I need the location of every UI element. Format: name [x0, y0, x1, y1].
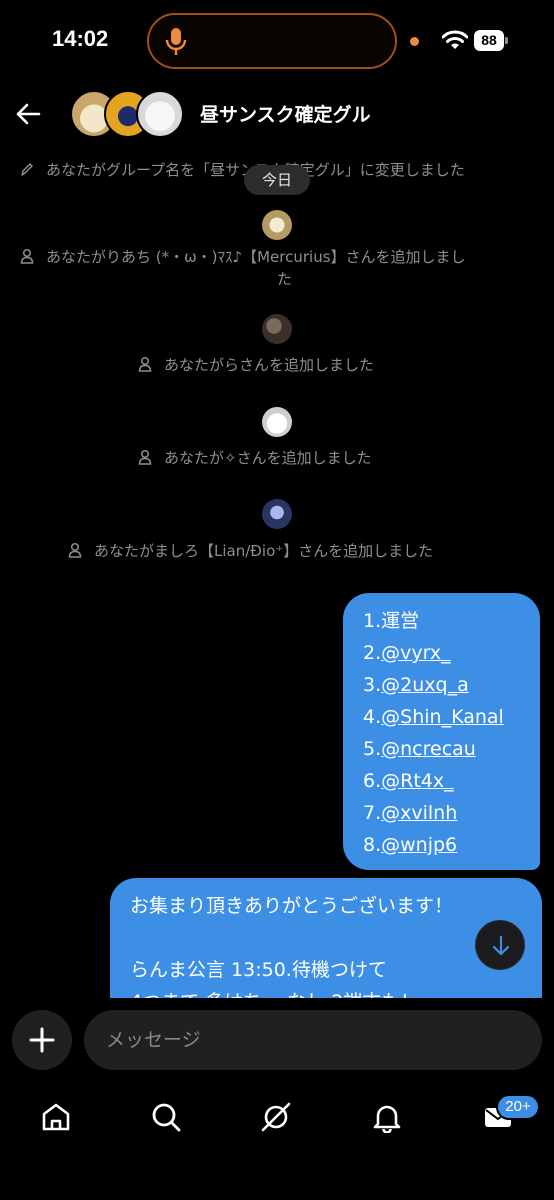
nav-home[interactable]: [36, 1097, 76, 1137]
status-time: 14:02: [52, 26, 109, 51]
system-message-add-member: あなたがましろ【Lian/Đio⁺】さんを追加しました: [68, 541, 433, 561]
mention-link[interactable]: @Rt4x_: [381, 770, 453, 792]
system-message-text: あなたがましろ【Lian/Đio⁺】さんを追加しました: [94, 542, 434, 560]
system-message-rename: あなたがグループ名を「昼サンスク確定グル」に変更しました: [20, 160, 465, 180]
mention-link[interactable]: @2uxq_a: [381, 674, 469, 696]
group-title[interactable]: 昼サンスク確定グル: [200, 100, 371, 127]
system-message-continuation: た: [277, 270, 293, 288]
member-avatar: [136, 90, 184, 138]
system-message-add-member: あなたが✧さんを追加しました: [138, 448, 372, 468]
status-bar: 14:02 88: [0, 0, 554, 80]
recording-indicator-dot: [410, 37, 419, 46]
nav-search[interactable]: [146, 1097, 186, 1137]
mention-link[interactable]: @xvilnh: [381, 802, 457, 824]
mention-link[interactable]: @Shin_Kanal: [381, 706, 504, 728]
message-line: らんま公言 13:50.待機つけて: [130, 959, 387, 981]
person-icon: [20, 248, 34, 264]
battery-indicator: 88: [474, 30, 508, 51]
message-line: 6.@Rt4x_: [363, 770, 454, 792]
system-message-add-member: あなたがりあち (*・ω・)ﾏｽ♪【Mercurius】さんを追加しまし: [20, 247, 466, 267]
messages-count-badge: 20+: [496, 1094, 540, 1120]
battery-tip: [505, 37, 508, 44]
grok-icon: [261, 1102, 291, 1132]
chat-header: 昼サンスク確定グル: [0, 82, 554, 146]
microphone-icon: [165, 28, 187, 55]
message-line: 4.@Shin_Kanal: [363, 706, 504, 728]
home-icon: [42, 1103, 70, 1131]
person-icon: [68, 542, 82, 558]
dynamic-island[interactable]: [147, 13, 397, 69]
member-avatar-small: [262, 499, 292, 529]
member-avatar-small: [262, 210, 292, 240]
message-line: 8.@wnjp6: [363, 834, 458, 856]
person-icon: [138, 356, 152, 372]
message-line: 5.@ncrecau: [363, 738, 476, 760]
message-line: 1.運営: [363, 610, 420, 632]
message-line: 7.@xvilnh: [363, 802, 458, 824]
sent-message-bubble[interactable]: 1.運営 2.@vyrx_ 3.@2uxq_a 4.@Shin_Kanal 5.…: [343, 593, 540, 870]
date-separator-today: 今日: [244, 165, 310, 195]
message-input[interactable]: [84, 1010, 542, 1070]
pencil-icon: [21, 163, 33, 176]
system-message-text: あなたがりあち (*・ω・)ﾏｽ♪【Mercurius】さんを追加しまし: [46, 248, 466, 266]
message-line: 3.@2uxq_a: [363, 674, 469, 696]
mention-link[interactable]: @vyrx_: [381, 642, 451, 664]
nav-grok[interactable]: [256, 1097, 296, 1137]
attach-plus-button[interactable]: [12, 1010, 72, 1070]
search-icon: [152, 1103, 181, 1132]
message-line: お集まり頂きありがとうございます！: [130, 895, 454, 917]
back-arrow-icon[interactable]: [14, 100, 42, 128]
member-avatar-small: [262, 407, 292, 437]
plus-icon: [29, 1027, 55, 1053]
message-line: 2.@vyrx_: [363, 642, 451, 664]
chat-screen: 14:02 88 昼サンスク確定グル 今日 あなたがりあち (*・ω・)ﾏｽ♪【…: [0, 0, 554, 1200]
battery-level: 88: [474, 30, 504, 51]
scroll-to-bottom-button[interactable]: [475, 920, 525, 970]
mention-link[interactable]: @wnjp6: [381, 834, 457, 856]
wifi-icon: [442, 30, 468, 49]
group-avatar-stack[interactable]: [70, 90, 185, 142]
system-message-text: あなたがらさんを追加しました: [164, 356, 375, 374]
system-message-add-member: あなたがらさんを追加しました: [138, 355, 374, 375]
bell-icon: [373, 1105, 401, 1133]
person-icon: [138, 449, 152, 465]
arrow-down-icon: [492, 935, 510, 956]
mention-link[interactable]: @ncrecau: [381, 738, 476, 760]
member-avatar-small: [262, 314, 292, 344]
nav-notifications[interactable]: [367, 1097, 407, 1137]
system-message-text: あなたが✧さんを追加しました: [164, 449, 372, 467]
